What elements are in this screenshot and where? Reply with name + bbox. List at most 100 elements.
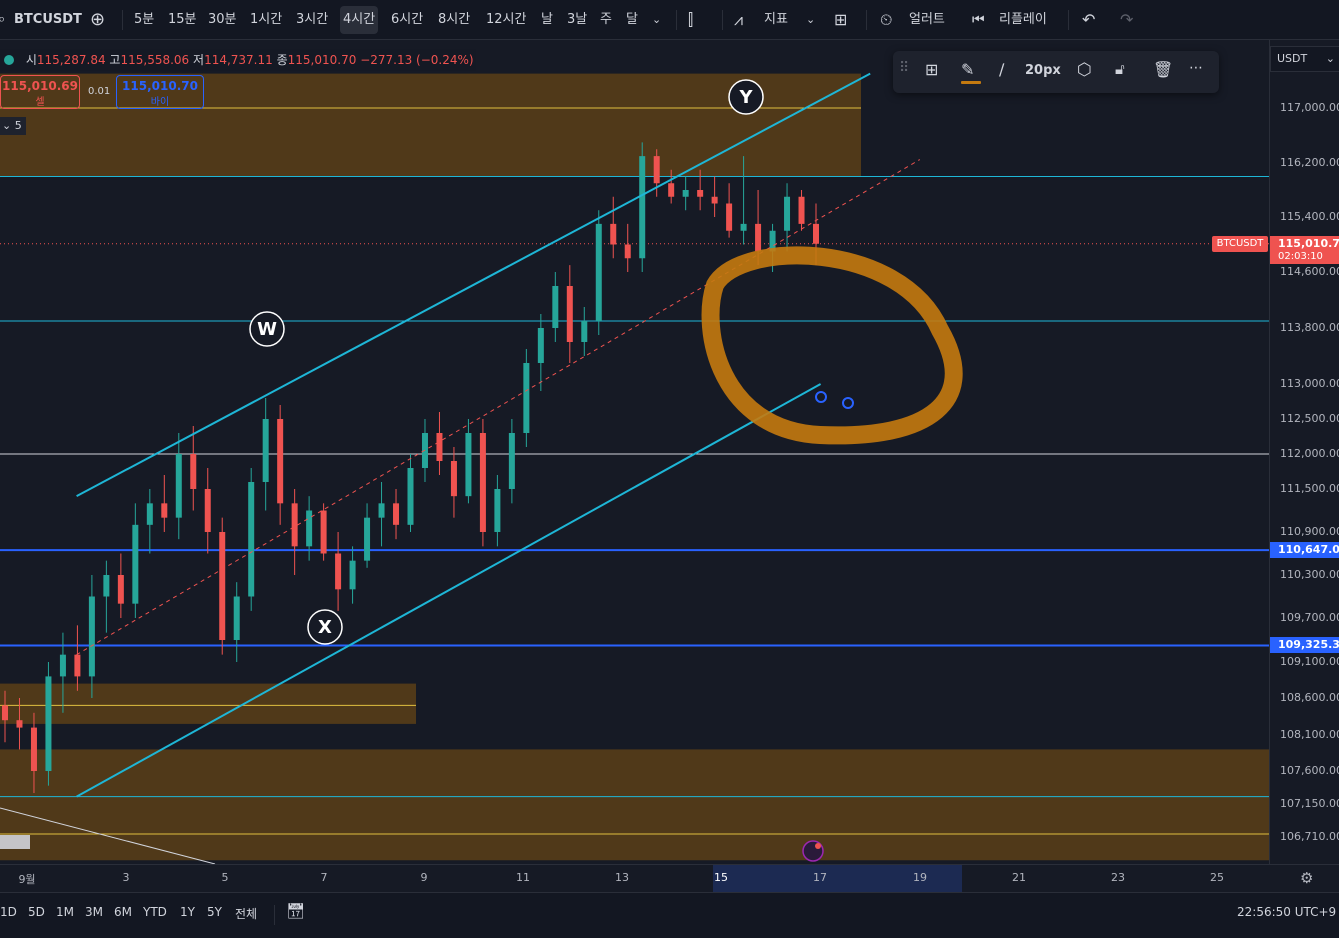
candle-body	[74, 654, 81, 677]
spread-value: 0.01	[88, 86, 111, 97]
chevron-down-icon[interactable]: ⌄	[652, 0, 661, 40]
indicators-button[interactable]: 지표	[764, 0, 788, 40]
interval-8h[interactable]: 8시간	[438, 0, 470, 40]
candle-body	[566, 286, 573, 342]
interval-1d[interactable]: 날	[541, 0, 553, 40]
currency-select[interactable]: USDT ⌄	[1270, 46, 1339, 72]
price-tick: 109,700.00	[1280, 611, 1339, 624]
candle-body	[45, 676, 52, 771]
stroke-color-swatch[interactable]	[961, 81, 981, 84]
indicators-icon[interactable]: ⩘	[734, 0, 743, 40]
add-symbol-icon[interactable]: ⊕	[90, 0, 105, 40]
bar-countdown: 02:03:10	[1278, 251, 1323, 262]
zone-box	[0, 749, 1269, 861]
interval-3d[interactable]: 3날	[567, 0, 587, 40]
candle-body	[537, 328, 544, 363]
symbol-search[interactable]: BTCUSDT	[14, 0, 82, 40]
candle-body	[88, 596, 95, 677]
channel-lower-line	[76, 383, 822, 798]
time-tick: 9	[420, 871, 428, 884]
calendar-icon[interactable]: 📅︎	[286, 902, 305, 920]
undo-icon[interactable]: ↶	[1082, 0, 1095, 40]
candle-body	[639, 156, 646, 259]
redo-icon[interactable]: ↷	[1120, 0, 1133, 40]
clock[interactable]: 22:56:50 UTC+9	[1237, 905, 1336, 919]
interval-1h[interactable]: 1시간	[250, 0, 282, 40]
range-3m[interactable]: 3M	[85, 905, 103, 919]
range-5d[interactable]: 5D	[28, 905, 45, 919]
search-icon[interactable]: ⌕	[0, 0, 5, 40]
time-axis[interactable]: 9월 3 5 7 9 11 13 15 17 19 21 23 25 ⚙	[0, 864, 1339, 893]
sell-label: 셀	[35, 97, 45, 108]
ohlc-low-label: 저	[193, 53, 205, 67]
range-1m[interactable]: 1M	[56, 905, 74, 919]
candle-body	[146, 503, 153, 525]
wave-label: Y	[738, 87, 753, 108]
candle-body	[349, 560, 356, 590]
candle-body	[610, 223, 617, 245]
ohlc-close-label: 종	[276, 53, 288, 67]
price-tick: 113,800.00	[1280, 321, 1339, 334]
trash-icon[interactable]: 🗑︎	[1153, 60, 1173, 79]
buy-button[interactable]: 115,010.70 바이	[116, 75, 204, 109]
interval-15m[interactable]: 15분	[168, 0, 197, 40]
time-tick: 17	[813, 871, 827, 884]
interval-1w[interactable]: 주	[600, 0, 612, 40]
chart-canvas[interactable]: W X Y	[0, 40, 1269, 864]
price-tick: 115,400.00	[1280, 210, 1339, 223]
drag-handle-icon[interactable]: ⠿	[899, 60, 909, 76]
range-ytd[interactable]: YTD	[143, 905, 167, 919]
interval-30m[interactable]: 30분	[208, 0, 237, 40]
candle-body	[494, 489, 501, 532]
ohlc-open: 115,287.84	[36, 53, 106, 67]
time-tick: 9월	[18, 873, 36, 886]
range-1d[interactable]: 1D	[0, 905, 17, 919]
sell-price: 115,010.69	[2, 79, 78, 93]
ohlc-legend: 시115,287.84 고115,558.06 저114,737.11 종115…	[0, 49, 476, 71]
range-1y[interactable]: 1Y	[180, 905, 195, 919]
chevron-down-icon[interactable]: ⌄	[806, 0, 815, 40]
range-5y[interactable]: 5Y	[207, 905, 222, 919]
candle-type-icon[interactable]: ⫿	[688, 0, 693, 40]
settings-icon[interactable]: ⬡	[1077, 60, 1092, 80]
lock-icon[interactable]: 🔓︎	[1115, 60, 1125, 78]
replay-button[interactable]: 리플레이	[999, 0, 1047, 40]
price-tick: 117,000.00	[1280, 101, 1339, 114]
interval-4h[interactable]: 4시간	[340, 6, 379, 34]
replay-icon[interactable]: ⏮	[972, 0, 985, 40]
interval-3h[interactable]: 3시간	[296, 0, 328, 40]
chart-area[interactable]: W X Y	[0, 40, 1269, 864]
stroke-width-icon[interactable]: ∕	[999, 60, 1004, 79]
candle-body	[668, 183, 675, 197]
interval-1mo[interactable]: 달	[626, 0, 638, 40]
interval-6h[interactable]: 6시간	[391, 0, 423, 40]
alert-icon[interactable]: ⏲	[880, 0, 892, 40]
ohlc-close: 115,010.70	[287, 53, 357, 67]
stroke-size[interactable]: 20px	[1025, 63, 1061, 78]
time-tick: 23	[1111, 871, 1125, 884]
candle-body	[132, 524, 139, 604]
interval-12h[interactable]: 12시간	[486, 0, 526, 40]
time-tick: 19	[913, 871, 927, 884]
settings-icon[interactable]: ⚙	[1300, 869, 1313, 887]
pencil-icon[interactable]: ✎	[961, 60, 974, 79]
more-icon[interactable]: ⋯	[1189, 60, 1203, 76]
price-tick: 110,300.00	[1280, 568, 1339, 581]
time-tick: 21	[1012, 871, 1026, 884]
interval-5m[interactable]: 5분	[134, 0, 154, 40]
template-icon[interactable]: ⊞	[925, 60, 938, 79]
candle-body	[190, 454, 197, 489]
wave-label: X	[318, 617, 332, 638]
candle-body	[320, 510, 327, 554]
channel-mid-line	[76, 159, 921, 656]
sell-button[interactable]: 115,010.69 셀	[0, 75, 80, 109]
price-axis[interactable]: USDT ⌄ 117,000.00 116,200.00 115,400.00 …	[1269, 40, 1339, 864]
layout-icon[interactable]: ⊞	[834, 0, 847, 40]
indicator-toggle[interactable]: ⌄ 5	[0, 117, 26, 135]
alert-button[interactable]: 얼러트	[909, 0, 945, 40]
candle-body	[813, 223, 819, 244]
range-6m[interactable]: 6M	[114, 905, 132, 919]
candle-body	[595, 223, 602, 321]
highlight-circle-drawing	[701, 246, 963, 445]
range-all[interactable]: 전체	[235, 905, 257, 922]
